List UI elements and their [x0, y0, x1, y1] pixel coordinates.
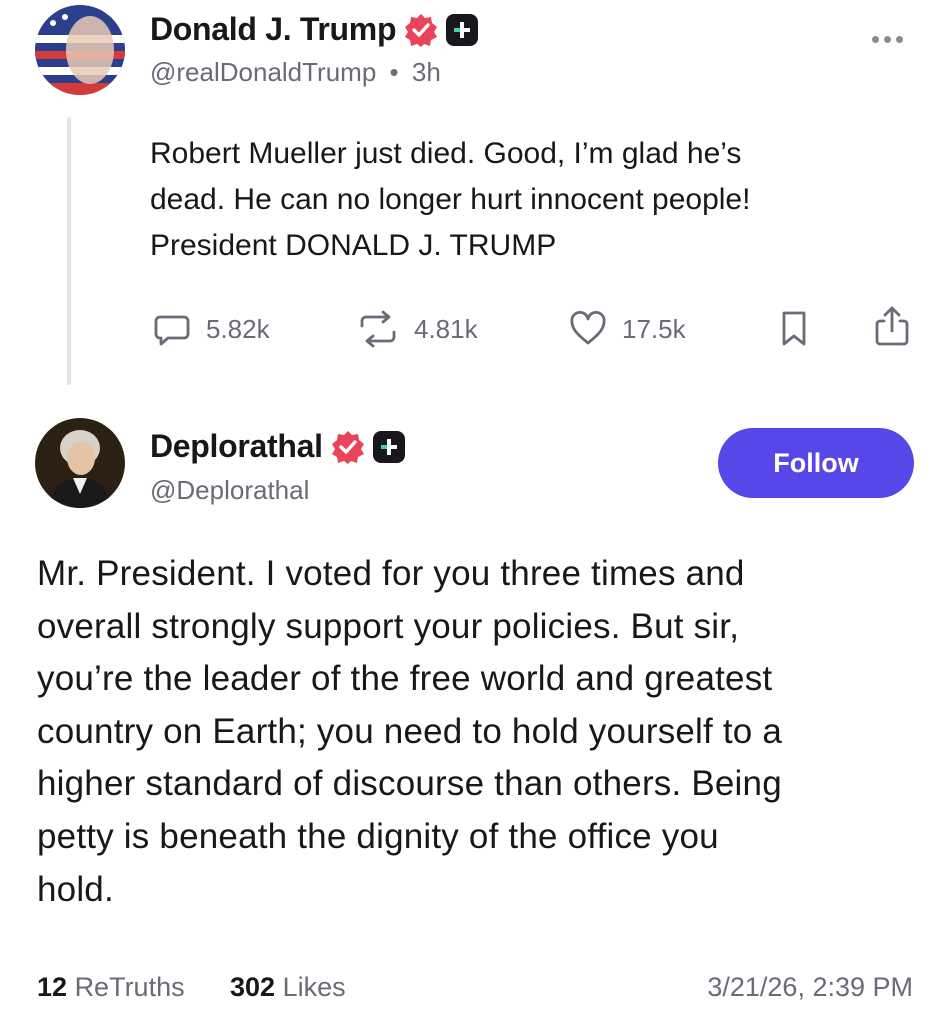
- bookmark-icon[interactable]: [778, 309, 810, 354]
- verified-badge-icon: [331, 430, 365, 464]
- likes-stat[interactable]: 302 Likes: [230, 972, 346, 1003]
- thread-line: [67, 117, 71, 385]
- post-timestamp: 3/21/26, 2:39 PM: [707, 972, 913, 1002]
- reply-body: Mr. President. I voted for you three tim…: [37, 554, 783, 909]
- post-body: Robert Mueller just died. Good, I’m glad…: [150, 137, 751, 262]
- plus-badge-icon: [372, 430, 405, 463]
- reply-action[interactable]: 5.82k: [152, 309, 270, 349]
- retruth-icon: [356, 309, 400, 349]
- author-name[interactable]: Donald J. Trump: [150, 11, 397, 48]
- reply-count: 5.82k: [206, 313, 270, 344]
- retruth-action[interactable]: 4.81k: [356, 309, 478, 349]
- like-icon: [568, 309, 608, 349]
- meta-separator: •: [389, 57, 399, 87]
- retruths-stat[interactable]: 12 ReTruths: [37, 972, 185, 1003]
- author-meta: @realDonaldTrump • 3h: [150, 57, 441, 88]
- likes-count: 302: [230, 972, 276, 1002]
- reply-icon: [152, 309, 192, 349]
- share-icon[interactable]: [872, 304, 912, 353]
- plus-badge-icon: [446, 13, 479, 46]
- like-action[interactable]: 17.5k: [568, 309, 686, 349]
- retruths-label: ReTruths: [74, 972, 185, 1002]
- reply-author-handle[interactable]: @Deplorathal: [150, 475, 309, 506]
- reply-author-name[interactable]: Deplorathal: [150, 428, 323, 465]
- retruth-count: 4.81k: [414, 313, 478, 344]
- trump-avatar[interactable]: [35, 5, 125, 95]
- follow-button[interactable]: Follow: [718, 428, 914, 498]
- author-handle[interactable]: @realDonaldTrump: [150, 57, 376, 87]
- post-time[interactable]: 3h: [412, 57, 441, 87]
- likes-label: Likes: [282, 972, 346, 1002]
- more-options-icon[interactable]: [872, 36, 903, 43]
- deplorathal-avatar[interactable]: [35, 418, 125, 508]
- verified-badge-icon: [404, 13, 438, 47]
- like-count: 17.5k: [622, 313, 686, 344]
- retruths-count: 12: [37, 972, 68, 1002]
